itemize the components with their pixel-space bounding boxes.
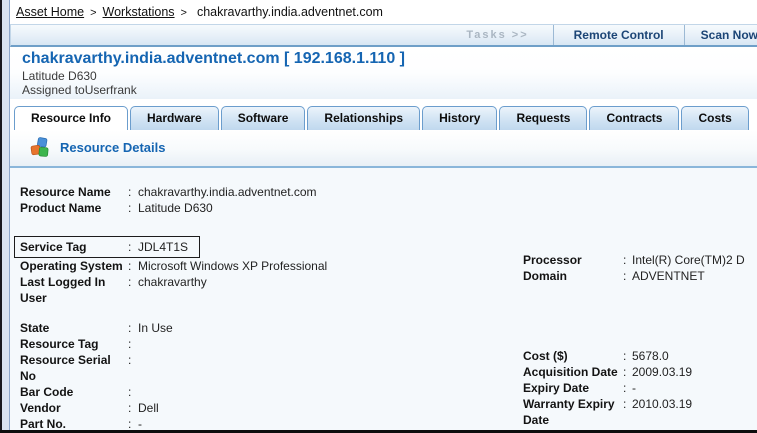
details-right-column: Processor: Intel(R) Core(TM)2 D Domain: AD… <box>523 252 755 428</box>
section-title: Resource Details <box>60 140 166 155</box>
field-colon: : <box>128 385 132 399</box>
field-label: Cost ($) <box>523 349 568 363</box>
field-row-vendor: Vendor: Dell <box>20 400 500 416</box>
field-colon: : <box>128 275 132 289</box>
field-value: 2009.03.19 <box>632 365 693 379</box>
field-row-acquisition-date: Acquisition Date:2009.03.19 <box>523 364 755 380</box>
field-colon: : <box>623 269 627 283</box>
field-colon: : <box>623 381 627 395</box>
field-label: Product Name <box>20 201 102 215</box>
tab-history[interactable]: History <box>422 106 498 130</box>
left-scroll-strip[interactable] <box>2 0 10 430</box>
field-colon: : <box>128 353 132 367</box>
field-value: Dell <box>138 401 159 415</box>
breadcrumb-current: chakravarthy.india.adventnet.com <box>196 5 383 19</box>
field-colon: : <box>128 337 132 351</box>
field-label: Acquisition Date <box>523 365 618 379</box>
page-title: chakravarthy.india.adventnet.com [ 192.1… <box>22 50 405 67</box>
field-row-resource-serial-no: Resource Serial No: <box>20 352 500 384</box>
scan-now-button[interactable]: Scan Now <box>685 25 757 45</box>
toolbar: Tasks >> Remote Control Scan Now <box>10 24 757 47</box>
field-colon: : <box>128 185 132 199</box>
tab-costs[interactable]: Costs <box>681 106 749 130</box>
product-name-text: Latitude D630 <box>22 69 97 83</box>
field-row-operating-system: Operating System: Microsoft Windows XP Pr… <box>20 258 500 274</box>
resource-details-icon <box>30 137 52 159</box>
remote-control-button[interactable]: Remote Control <box>554 25 684 45</box>
field-label: Bar Code <box>20 385 74 399</box>
field-label: Operating System <box>20 259 123 273</box>
details-left-column: Resource Name: chakravarthy.india.adventn… <box>14 184 500 433</box>
field-row-resource-name: Resource Name: chakravarthy.india.adventn… <box>20 184 500 200</box>
field-colon: : <box>128 259 132 273</box>
field-row-resource-tag: Resource Tag: <box>20 336 500 352</box>
field-value: Latitude D630 <box>138 201 213 215</box>
field-colon: : <box>623 397 627 411</box>
tab-hardware[interactable]: Hardware <box>130 106 219 130</box>
field-label: Vendor <box>20 401 61 415</box>
field-row-warranty-expiry-date: Warranty Expiry Date:2010.03.19 <box>523 396 755 428</box>
field-label: Resource Tag <box>20 337 99 351</box>
field-label: Expiry Date <box>523 381 590 395</box>
field-label: State <box>20 321 50 335</box>
field-value: chakravarthy <box>138 275 207 289</box>
field-row-last-logged-in-user: Last Logged In User: chakravarthy <box>20 274 500 306</box>
breadcrumb-separator: > <box>90 7 97 19</box>
field-value: 5678.0 <box>632 349 669 363</box>
tab-requests[interactable]: Requests <box>499 106 588 130</box>
field-label: Domain <box>523 269 568 283</box>
asset-header: chakravarthy.india.adventnet.com [ 192.1… <box>10 47 757 99</box>
asset-details-page: Asset Home > Workstations > chakravarthy.ind… <box>0 0 757 433</box>
field-row-state: State: In Use <box>20 320 500 336</box>
field-row-domain: Domain: ADVENTNET <box>523 268 755 284</box>
breadcrumb-asset-home-link[interactable]: Asset Home <box>16 5 84 19</box>
field-row-service-tag-highlighted: Service Tag: JDL4T1S <box>14 236 200 258</box>
breadcrumb-separator: > <box>180 7 187 19</box>
field-value: In Use <box>138 321 173 335</box>
tab-resource-info[interactable]: Resource Info <box>14 106 129 130</box>
field-value: chakravarthy.india.adventnet.com <box>138 185 317 199</box>
field-label: Warranty Expiry Date <box>523 397 615 427</box>
field-row-bar-code: Bar Code: <box>20 384 500 400</box>
tab-contracts[interactable]: Contracts <box>589 106 680 130</box>
field-label: Service Tag <box>20 240 87 254</box>
field-colon: : <box>128 201 132 215</box>
tab-software[interactable]: Software <box>220 106 306 130</box>
tab-bar: Resource Info Hardware Software Relation… <box>14 106 749 130</box>
field-label: Resource Name <box>20 185 111 199</box>
field-row-expiry-date: Expiry Date: - <box>523 380 755 396</box>
window-border-left <box>0 0 2 433</box>
field-value: 2010.03.19 <box>632 397 693 411</box>
field-value: JDL4T1S <box>138 240 189 254</box>
field-colon: : <box>128 321 132 335</box>
breadcrumb: Asset Home > Workstations > chakravarthy.ind… <box>16 3 383 21</box>
field-row-cost: Cost ($):5678.0 <box>523 348 755 364</box>
field-label: Processor <box>523 253 582 267</box>
field-colon: : <box>623 349 627 363</box>
field-value: Intel(R) Core(TM)2 D <box>632 253 745 267</box>
field-label: Resource Serial No <box>20 353 111 383</box>
field-colon: : <box>623 365 627 379</box>
field-value: - <box>632 381 636 395</box>
field-value: Microsoft Windows XP Professional <box>138 259 328 273</box>
field-colon: : <box>128 240 132 254</box>
assigned-user-text: Assigned toUserfrank <box>22 83 137 97</box>
tab-relationships[interactable]: Relationships <box>307 106 421 130</box>
section-header: Resource Details <box>10 130 757 168</box>
field-colon: : <box>128 401 132 415</box>
tasks-button[interactable]: Tasks >> <box>442 25 552 45</box>
field-label: Last Logged In User <box>20 275 106 305</box>
field-row-product-name: Product Name: Latitude D630 <box>20 200 500 216</box>
field-value: ADVENTNET <box>632 269 705 283</box>
breadcrumb-workstations-link[interactable]: Workstations <box>103 5 175 19</box>
field-colon: : <box>623 253 627 267</box>
field-row-processor: Processor: Intel(R) Core(TM)2 D <box>523 252 755 268</box>
